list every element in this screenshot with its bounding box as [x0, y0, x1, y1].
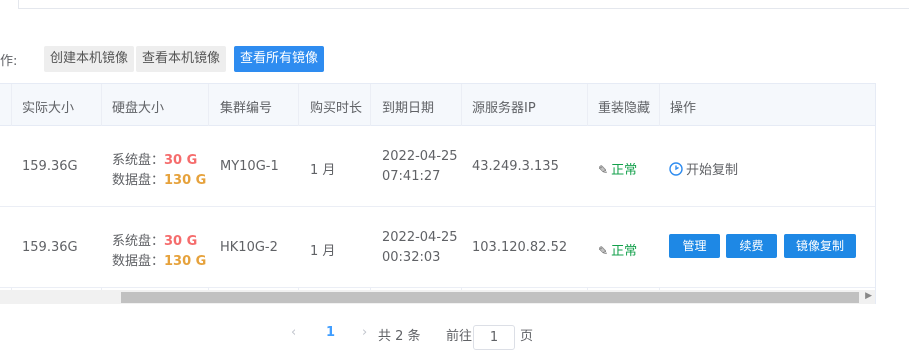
duration: 1 月 [310, 163, 336, 178]
data-disk-value: 130 G [164, 254, 207, 269]
cluster-id: MY10G-1 [220, 159, 279, 174]
expire-time: 00:32:03 [382, 250, 441, 265]
cluster-id: HK10G-2 [220, 240, 278, 255]
expire-date: 2022-04-25 [382, 149, 458, 164]
header-cluster: 集群编号 [220, 101, 273, 116]
sys-disk: 系统盘：30 G [112, 234, 198, 249]
image-copy-button[interactable]: 镜像复制 [784, 234, 856, 258]
actual-size: 159.36G [22, 159, 78, 174]
data-disk-value: 130 G [164, 173, 207, 188]
sys-disk-value: 30 G [164, 153, 198, 168]
pencil-icon: ✎ [598, 163, 609, 177]
page-number-current[interactable]: 1 [326, 325, 335, 349]
sys-disk-value: 30 G [164, 234, 198, 249]
expire-time: 07:41:27 [382, 169, 441, 184]
prev-page-chevron-icon[interactable]: ‹ [291, 325, 296, 349]
expire-date: 2022-04-25 [382, 230, 458, 245]
manage-button[interactable]: 管理 [669, 234, 720, 258]
goto-page-input[interactable] [473, 325, 515, 350]
view-all-images-button[interactable]: 查看所有镜像 [234, 46, 325, 72]
header-disk-size: 硬盘大小 [112, 101, 165, 116]
clock-icon [669, 162, 683, 176]
actual-size: 159.36G [22, 240, 78, 255]
sys-disk: 系统盘：30 G [112, 153, 198, 168]
pencil-icon: ✎ [598, 244, 609, 258]
start-copy-link[interactable]: 开始复制 [669, 159, 738, 178]
horizontal-scrollbar[interactable]: ▶ [0, 290, 875, 304]
source-ip: 103.120.82.52 [472, 240, 568, 255]
goto-label: 前往 [446, 329, 473, 344]
scroll-right-arrow-icon[interactable]: ▶ [865, 291, 872, 301]
server-table: 实际大小 硬盘大小 集群编号 购买时长 到期日期 源服务器IP 重装隐藏 操作 … [0, 83, 876, 304]
header-actions: 操作 [670, 101, 697, 116]
header-expire-date: 到期日期 [382, 101, 435, 116]
header-actual-size: 实际大小 [22, 101, 75, 116]
header-reinstall: 重装隐藏 [598, 101, 651, 116]
operations-label: 作: [0, 54, 18, 69]
header-duration: 购买时长 [310, 101, 363, 116]
table-row: 159.36G 系统盘：30 G 数据盘：130 G MY10G-1 1 月 2… [0, 126, 875, 207]
table-header: 实际大小 硬盘大小 集群编号 购买时长 到期日期 源服务器IP 重装隐藏 操作 [0, 84, 875, 126]
data-disk: 数据盘：130 G [112, 173, 207, 188]
header-source-ip: 源服务器IP [472, 101, 536, 116]
view-image-button[interactable]: 查看本机镜像 [136, 46, 227, 72]
renew-button[interactable]: 续费 [726, 234, 777, 258]
top-panel-edge [0, 0, 909, 10]
source-ip: 43.249.3.135 [472, 159, 559, 174]
table-row: 159.36G 系统盘：30 G 数据盘：130 G HK10G-2 1 月 2… [0, 207, 875, 288]
data-disk: 数据盘：130 G [112, 254, 207, 269]
next-page-chevron-icon[interactable]: › [362, 325, 367, 349]
reinstall-status[interactable]: ✎ 正常 [598, 159, 637, 178]
reinstall-status[interactable]: ✎ 正常 [598, 240, 637, 259]
scrollbar-thumb[interactable] [121, 292, 859, 303]
total-count: 共 2 条 [378, 329, 421, 344]
create-image-button[interactable]: 创建本机镜像 [44, 46, 135, 72]
duration: 1 月 [310, 244, 336, 259]
page-unit-label: 页 [520, 329, 534, 344]
